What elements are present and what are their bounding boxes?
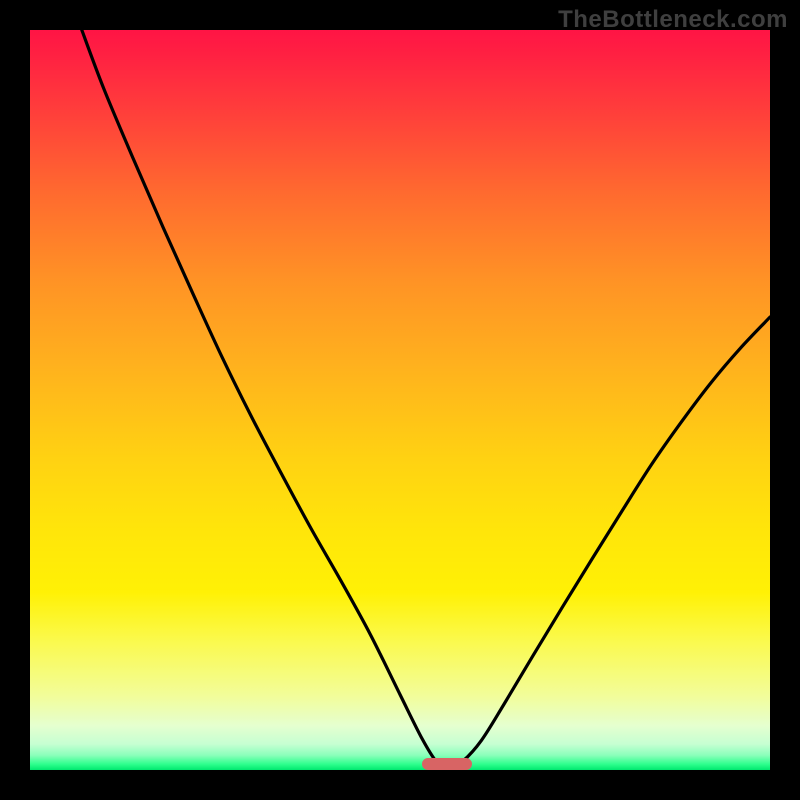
watermark-text: TheBottleneck.com: [558, 6, 788, 34]
plot-area: [30, 30, 770, 770]
optimal-marker: [422, 758, 472, 770]
chart-frame: TheBottleneck.com: [0, 0, 800, 800]
bottleneck-curve: [30, 30, 770, 770]
